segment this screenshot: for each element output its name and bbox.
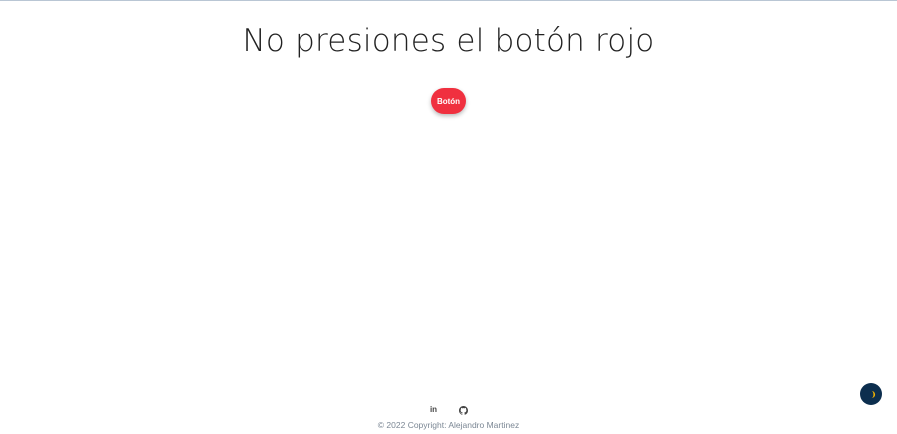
page-title: No presiones el botón rojo bbox=[242, 23, 655, 59]
half-moon-icon bbox=[871, 390, 875, 398]
page: No presiones el botón rojo Botón in © 20… bbox=[0, 0, 897, 434]
copyright-text: © 2022 Copyright: Alejandro Martinez bbox=[377, 420, 520, 430]
github-icon[interactable] bbox=[459, 405, 469, 415]
github-icon-svg bbox=[459, 405, 468, 415]
linkedin-label: in bbox=[429, 405, 438, 414]
red-button[interactable]: Botón bbox=[431, 88, 466, 114]
linkedin-icon[interactable]: in bbox=[429, 405, 439, 415]
theme-toggle-button[interactable] bbox=[860, 383, 882, 405]
footer-social-links: in bbox=[0, 405, 897, 415]
